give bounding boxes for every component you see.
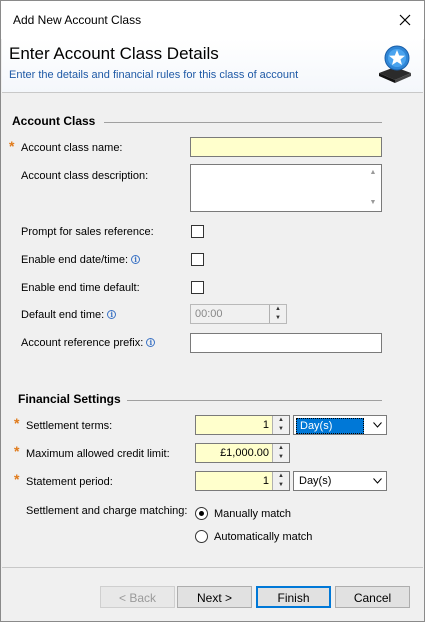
spin-up-icon[interactable]: ▲ [273, 472, 289, 481]
credit-limit-stepper[interactable]: £1,000.00 ▲ ▼ [195, 443, 290, 463]
scroll-down-icon[interactable]: ▼ [367, 197, 379, 209]
spin-up-icon[interactable]: ▲ [273, 416, 289, 425]
cancel-button[interactable]: Cancel [335, 586, 410, 608]
page-subtitle: Enter the details and financial rules fo… [9, 69, 299, 81]
info-icon[interactable]: i [107, 310, 117, 319]
wizard-star-icon [379, 45, 411, 83]
required-asterisk-icon: * [14, 471, 20, 487]
statement-period-value: 1 [262, 475, 269, 487]
close-button[interactable] [392, 7, 418, 33]
manually-match-radio[interactable] [195, 507, 208, 520]
automatically-match-radio[interactable] [195, 530, 208, 543]
credit-limit-value: £1,000.00 [220, 447, 269, 459]
statement-period-spinner[interactable]: ▲ ▼ [272, 472, 289, 490]
statement-period-unit-value: Day(s) [299, 475, 332, 487]
spin-down-icon[interactable]: ▼ [273, 453, 289, 462]
page-title: Enter Account Class Details [9, 44, 219, 63]
prompt-sales-reference-checkbox[interactable] [191, 225, 204, 238]
account-class-name-label: Account class name: [21, 142, 123, 154]
statement-period-stepper[interactable]: 1 ▲ ▼ [195, 471, 290, 491]
spin-down-icon[interactable]: ▼ [273, 425, 289, 434]
dialog-window: Add New Account Class Enter Account Clas… [0, 0, 425, 622]
next-button[interactable]: Next > [177, 586, 252, 608]
chevron-down-icon[interactable] [373, 476, 382, 486]
settlement-terms-unit-value: Day(s) [296, 418, 364, 434]
default-end-time-value: 00:00 [195, 308, 223, 320]
wizard-footer: < Back Next > Finish Cancel [2, 567, 423, 621]
account-class-name-input[interactable] [190, 137, 382, 157]
prompt-sales-reference-label: Prompt for sales reference: [21, 226, 154, 238]
section-divider [104, 122, 382, 123]
settlement-terms-value: 1 [262, 419, 269, 431]
spin-up-icon[interactable]: ▲ [273, 444, 289, 453]
scroll-up-icon[interactable]: ▲ [367, 167, 379, 179]
close-icon [399, 14, 411, 26]
financial-settings-section-title: Financial Settings [18, 392, 121, 406]
credit-limit-spinner[interactable]: ▲ ▼ [272, 444, 289, 462]
account-class-description-input[interactable]: ▲ ▼ [190, 164, 382, 212]
spin-down-icon[interactable]: ▼ [270, 314, 286, 323]
time-spinner[interactable]: ▲ ▼ [269, 305, 286, 323]
spin-up-icon[interactable]: ▲ [270, 305, 286, 314]
window-title: Add New Account Class [13, 13, 142, 27]
default-end-time-label: Default end time: i [21, 309, 117, 321]
statement-period-unit-select[interactable]: Day(s) [293, 471, 387, 491]
account-class-section-title: Account Class [12, 114, 96, 128]
finish-button[interactable]: Finish [256, 586, 331, 608]
account-reference-prefix-label: Account reference prefix: i [21, 337, 156, 349]
automatically-match-label[interactable]: Automatically match [214, 531, 312, 543]
enable-end-datetime-checkbox[interactable] [191, 253, 204, 266]
account-reference-prefix-input[interactable] [190, 333, 382, 353]
title-bar: Add New Account Class [1, 1, 424, 39]
spin-down-icon[interactable]: ▼ [273, 481, 289, 490]
settlement-terms-label: Settlement terms: [26, 420, 113, 432]
chevron-down-icon[interactable] [373, 420, 382, 430]
settlement-terms-spinner[interactable]: ▲ ▼ [272, 416, 289, 434]
settlement-terms-stepper[interactable]: 1 ▲ ▼ [195, 415, 290, 435]
wizard-header: Enter Account Class Details Enter the de… [2, 39, 423, 93]
credit-limit-label: Maximum allowed credit limit: [26, 448, 170, 460]
default-end-time-picker[interactable]: 00:00 ▲ ▼ [190, 304, 287, 324]
wizard-body: Account Class * Account class name: Acco… [2, 94, 423, 567]
enable-end-time-default-label: Enable end time default: [21, 282, 140, 294]
required-asterisk-icon: * [14, 415, 20, 431]
statement-period-label: Statement period: [26, 476, 113, 488]
back-button[interactable]: < Back [100, 586, 175, 608]
settlement-terms-unit-select[interactable]: Day(s) [293, 415, 387, 435]
enable-end-time-default-checkbox[interactable] [191, 281, 204, 294]
enable-end-datetime-label: Enable end date/time: i [21, 254, 141, 266]
matching-label: Settlement and charge matching: [26, 505, 188, 517]
required-asterisk-icon: * [14, 443, 20, 459]
required-asterisk-icon: * [9, 138, 15, 154]
account-class-description-label: Account class description: [21, 170, 149, 182]
info-icon[interactable]: i [131, 255, 141, 264]
info-icon[interactable]: i [146, 338, 156, 347]
manually-match-label[interactable]: Manually match [214, 508, 291, 520]
section-divider [127, 400, 382, 401]
radio-selected-dot [199, 511, 204, 516]
